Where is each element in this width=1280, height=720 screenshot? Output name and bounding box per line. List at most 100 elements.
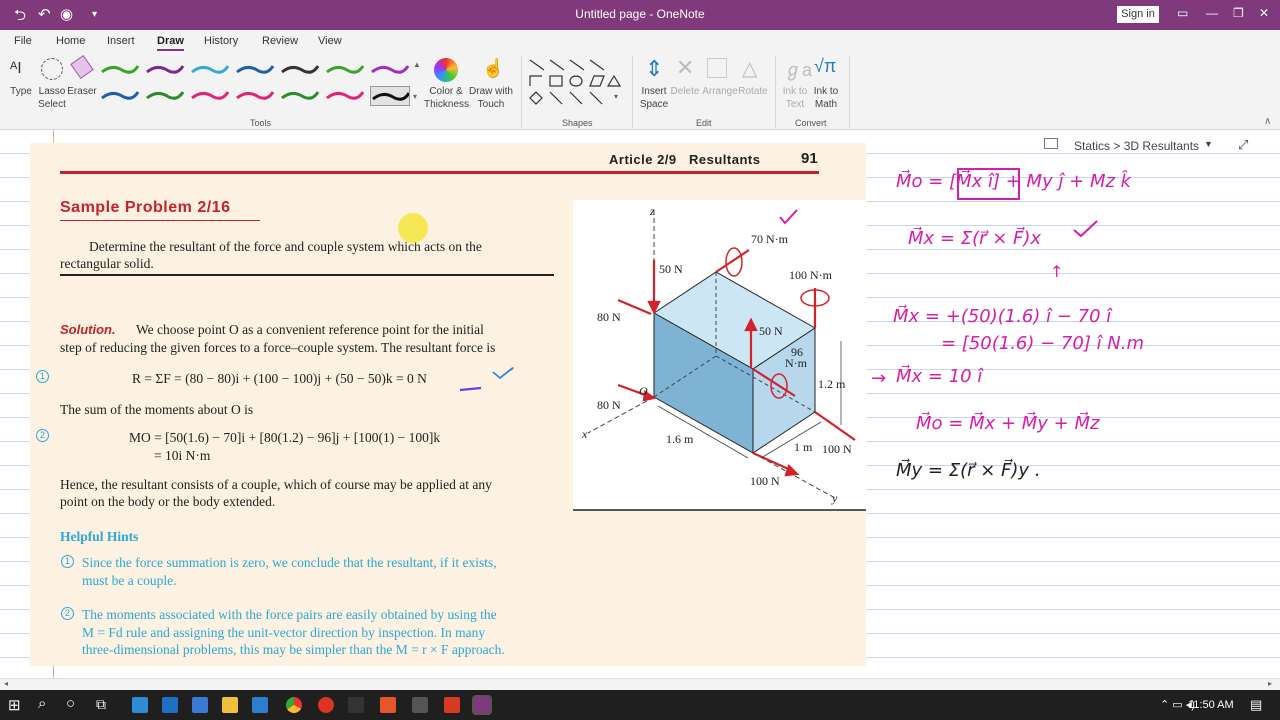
- notebook-icon: [1044, 138, 1058, 149]
- insert-space-button[interactable]: Insert Space: [638, 85, 670, 111]
- pen-14-selected[interactable]: [370, 86, 410, 106]
- ie-icon[interactable]: [162, 697, 178, 713]
- pen-11[interactable]: [235, 86, 275, 106]
- equation-moment-1: MO = [50(1.6) − 70]i + [80(1.2) − 96]j +…: [129, 430, 441, 445]
- mail-icon[interactable]: [192, 697, 208, 713]
- type-button[interactable]: Type: [8, 85, 34, 98]
- pen-8[interactable]: [100, 86, 140, 106]
- tab-view[interactable]: View: [318, 35, 342, 47]
- ribbon-display-icon[interactable]: ▭: [1177, 6, 1188, 20]
- arrow-shape-icon[interactable]: [589, 59, 605, 71]
- file-explorer-icon[interactable]: [222, 697, 238, 713]
- pen-stroke: [146, 65, 185, 74]
- hint-marker-2: 2: [36, 429, 49, 442]
- app-icon[interactable]: [348, 697, 364, 713]
- ink-text-label-1: Ink to: [782, 86, 808, 97]
- axis-shape-icon[interactable]: [529, 75, 542, 86]
- line-shape-icon[interactable]: [529, 59, 545, 71]
- group-tools-label: Tools: [250, 118, 272, 128]
- parallelogram-shape-icon[interactable]: [589, 75, 605, 87]
- rectangle-shape-icon[interactable]: [549, 75, 563, 87]
- lasso-select-button[interactable]: Lasso Select: [36, 85, 68, 111]
- store-icon[interactable]: [252, 697, 268, 713]
- app-icon[interactable]: [444, 697, 460, 713]
- pen-2[interactable]: [145, 60, 185, 80]
- arrange-button[interactable]: Arrange: [700, 85, 740, 98]
- delete-button[interactable]: Delete: [668, 85, 702, 98]
- shapes-gallery[interactable]: [528, 58, 622, 110]
- color-thickness-label-2: Thickness: [424, 99, 470, 110]
- gallery-more-icon[interactable]: ▾: [413, 92, 417, 101]
- pen-6[interactable]: [325, 60, 365, 80]
- pen-stroke: [146, 91, 185, 100]
- ink-to-math-button[interactable]: Ink to Math: [810, 85, 842, 111]
- notifications-icon[interactable]: ▤: [1250, 697, 1262, 713]
- eraser-button[interactable]: Eraser: [66, 85, 98, 98]
- tab-history[interactable]: History: [204, 35, 238, 47]
- opera-icon[interactable]: [318, 697, 334, 713]
- app-icon[interactable]: [412, 697, 428, 713]
- label-x: x: [581, 427, 588, 441]
- pen-5[interactable]: [280, 60, 320, 80]
- solution-label: Solution.: [60, 322, 116, 337]
- pen-stroke: [191, 91, 230, 100]
- pen-10[interactable]: [190, 86, 230, 106]
- arrow-shape-icon[interactable]: [569, 59, 585, 71]
- close-button[interactable]: ✕: [1259, 6, 1269, 20]
- onenote-icon[interactable]: [472, 695, 492, 715]
- arrow-shape-icon[interactable]: [549, 59, 565, 71]
- tab-file[interactable]: File: [14, 35, 32, 47]
- color-thickness-button[interactable]: Color & Thickness: [424, 85, 470, 111]
- ink-line-2: M⃗x = Σ(r⃗ × F⃗)x: [908, 228, 1042, 249]
- tab-insert[interactable]: Insert: [107, 35, 135, 47]
- axes-shape-icon[interactable]: [569, 91, 583, 105]
- ink-checkmark: [779, 209, 798, 225]
- horizontal-scrollbar[interactable]: ◂ ▸: [0, 678, 1280, 690]
- axes-shape-icon[interactable]: [589, 91, 603, 105]
- pen-1[interactable]: [100, 60, 140, 80]
- label-1m: 1 m: [794, 440, 813, 454]
- gallery-up-icon[interactable]: ▲: [413, 60, 421, 69]
- rotate-button[interactable]: Rotate: [736, 85, 770, 98]
- eraser-icon: [70, 55, 94, 79]
- pen-3[interactable]: [190, 60, 230, 80]
- ink-to-text-button[interactable]: Ink to Text: [780, 85, 810, 111]
- draw-with-touch-button[interactable]: Draw with Touch: [468, 85, 514, 111]
- chrome-icon[interactable]: [286, 697, 302, 713]
- task-view-icon[interactable]: ⧉: [96, 696, 106, 713]
- tab-draw[interactable]: Draw: [157, 35, 184, 51]
- pen-13[interactable]: [325, 86, 365, 106]
- axes-shape-icon[interactable]: [549, 91, 563, 105]
- pen-7[interactable]: [370, 60, 410, 80]
- lasso-label-1: Lasso: [38, 86, 66, 97]
- pen-9[interactable]: [145, 86, 185, 106]
- ellipse-shape-icon[interactable]: [569, 75, 583, 87]
- tab-review[interactable]: Review: [262, 35, 298, 47]
- chevron-down-icon[interactable]: ▼: [1204, 139, 1213, 149]
- search-icon[interactable]: ⌕: [38, 695, 46, 712]
- scroll-left-icon[interactable]: ◂: [4, 679, 8, 688]
- windows-start-icon[interactable]: ⊞: [8, 696, 21, 714]
- ink-text-label-2: Text: [785, 99, 805, 110]
- diamond-shape-icon[interactable]: [529, 91, 543, 105]
- pen-stroke: [371, 65, 410, 74]
- cortana-icon[interactable]: ○: [66, 695, 75, 712]
- tab-home[interactable]: Home: [56, 35, 85, 47]
- triangle-shape-icon[interactable]: [606, 74, 622, 87]
- ink-annotations-page: [459, 209, 798, 392]
- app-icon[interactable]: [380, 697, 396, 713]
- hence-line-2: point on the body or the body extended.: [60, 494, 276, 509]
- ink-arrow-up: ↑: [1050, 262, 1064, 281]
- expand-icon[interactable]: ⤢: [1238, 137, 1248, 153]
- collapse-ribbon-icon[interactable]: ∧: [1264, 116, 1271, 127]
- shapes-more-icon[interactable]: ▾: [614, 92, 618, 101]
- pen-12[interactable]: [280, 86, 320, 106]
- maximize-button[interactable]: ❐: [1233, 6, 1244, 20]
- pen-stroke: [326, 91, 365, 100]
- edge-icon[interactable]: [132, 697, 148, 713]
- sign-in-button[interactable]: Sign in: [1117, 6, 1159, 23]
- scroll-right-icon[interactable]: ▸: [1268, 679, 1272, 688]
- breadcrumb[interactable]: Statics > 3D Resultants ▼ ⤢: [1034, 132, 1280, 158]
- minimize-button[interactable]: —: [1206, 6, 1218, 20]
- pen-4[interactable]: [235, 60, 275, 80]
